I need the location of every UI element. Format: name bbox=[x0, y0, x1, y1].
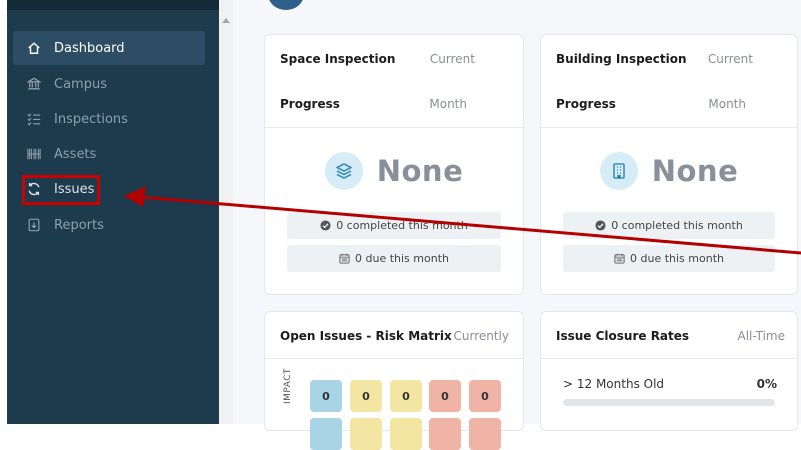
card-title: Open Issues - Risk Matrix bbox=[280, 329, 452, 343]
sidebar-item-label: Inspections bbox=[54, 111, 128, 127]
matrix-cell[interactable]: 0 bbox=[350, 380, 382, 412]
completed-pill: 0 completed this month bbox=[563, 212, 775, 239]
completed-pill: 0 completed this month bbox=[287, 212, 501, 239]
sidebar-item-label: Assets bbox=[54, 146, 97, 162]
barcode-icon bbox=[27, 147, 41, 161]
matrix-cell[interactable]: 0 bbox=[429, 380, 461, 412]
building-icon bbox=[599, 152, 638, 190]
card-period: All-Time bbox=[737, 329, 785, 343]
checklist-icon bbox=[27, 112, 41, 126]
sidebar-item-label: Dashboard bbox=[54, 40, 125, 56]
impact-axis-label: IMPACT bbox=[283, 367, 293, 404]
sidebar-item-label: Reports bbox=[54, 217, 104, 233]
matrix-cell[interactable] bbox=[350, 418, 382, 450]
matrix-cell[interactable] bbox=[429, 418, 461, 450]
card-title: Issue Closure Rates bbox=[556, 329, 690, 343]
divider bbox=[265, 358, 523, 359]
matrix-cell[interactable] bbox=[390, 418, 422, 450]
issue-closure-card: Issue Closure Rates All-Time > 12 Months… bbox=[540, 311, 798, 431]
scroll-up-arrow-icon[interactable] bbox=[222, 18, 230, 23]
divider bbox=[265, 127, 523, 128]
sidebar-item-campus[interactable]: Campus bbox=[13, 67, 205, 101]
divider bbox=[541, 358, 797, 359]
card-period: Currently bbox=[453, 329, 509, 343]
card-title: Space Inspection bbox=[280, 52, 396, 66]
building-inspection-card: Building Inspection Current Progress Mon… bbox=[540, 34, 798, 295]
card-period: Month bbox=[708, 97, 746, 111]
stat-value: None bbox=[376, 154, 464, 188]
card-subtitle: Progress bbox=[556, 97, 616, 111]
completed-label: 0 completed this month bbox=[611, 219, 743, 232]
layers-icon bbox=[324, 152, 363, 190]
card-period: Current bbox=[707, 52, 753, 66]
sidebar-item-label: Campus bbox=[54, 76, 107, 92]
card-period: Current bbox=[429, 52, 475, 66]
matrix-cell[interactable]: 0 bbox=[469, 380, 501, 412]
divider bbox=[541, 127, 797, 128]
bank-icon bbox=[27, 77, 41, 91]
sidebar-scrollbar[interactable] bbox=[219, 0, 233, 424]
card-subtitle: Progress bbox=[280, 97, 340, 111]
card-period: Month bbox=[429, 97, 467, 111]
due-pill: 0 due this month bbox=[563, 245, 775, 272]
sidebar-item-assets[interactable]: Assets bbox=[13, 137, 205, 171]
calendar-icon bbox=[339, 253, 350, 264]
matrix-cell[interactable] bbox=[469, 418, 501, 450]
check-circle-icon bbox=[320, 220, 331, 231]
due-label: 0 due this month bbox=[355, 252, 449, 265]
due-label: 0 due this month bbox=[630, 252, 724, 265]
sidebar-item-dashboard[interactable]: Dashboard bbox=[13, 31, 205, 65]
completed-label: 0 completed this month bbox=[336, 219, 468, 232]
sidebar-item-reports[interactable]: Reports bbox=[13, 208, 205, 242]
sidebar-header bbox=[7, 0, 219, 10]
risk-matrix-card: Open Issues - Risk Matrix Currently IMPA… bbox=[264, 311, 524, 450]
closure-progress-bar bbox=[563, 399, 775, 406]
stat-value: None bbox=[651, 154, 739, 188]
matrix-cell[interactable]: 0 bbox=[390, 380, 422, 412]
report-icon bbox=[27, 218, 41, 232]
matrix-cell[interactable] bbox=[310, 418, 342, 450]
matrix-cell[interactable]: 0 bbox=[310, 380, 342, 412]
closure-row-value: 0% bbox=[756, 377, 777, 391]
calendar-icon bbox=[614, 253, 625, 264]
space-inspection-card: Space Inspection Current Progress Month … bbox=[264, 34, 524, 295]
home-icon bbox=[27, 41, 41, 55]
sidebar: Dashboard Campus Inspections Assets Issu… bbox=[7, 0, 219, 424]
closure-row-label: > 12 Months Old bbox=[563, 377, 665, 391]
sidebar-item-inspections[interactable]: Inspections bbox=[13, 102, 205, 136]
card-title: Building Inspection bbox=[556, 52, 687, 66]
annotation-highlight-box bbox=[22, 175, 100, 205]
due-pill: 0 due this month bbox=[287, 245, 501, 272]
check-circle-icon bbox=[595, 220, 606, 231]
